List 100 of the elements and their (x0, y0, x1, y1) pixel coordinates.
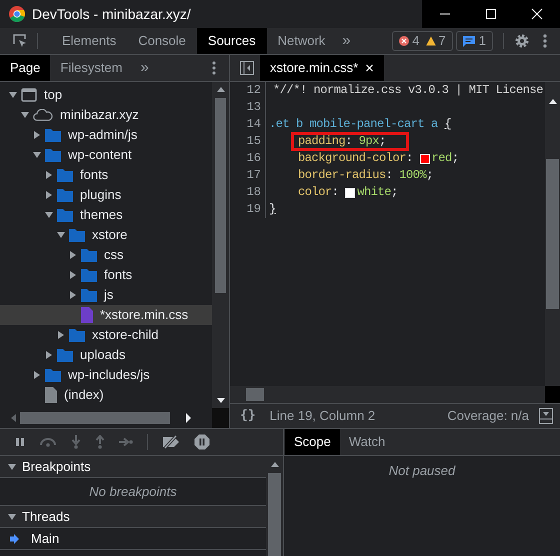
color-swatch[interactable] (420, 154, 430, 164)
message-icon (462, 36, 475, 46)
collapse-arrow-icon[interactable] (21, 112, 29, 118)
collapse-arrow-icon (8, 464, 16, 470)
sidebar-tab[interactable]: Watch (340, 429, 394, 455)
messages-counter[interactable]: 1 (456, 31, 493, 51)
tree-item[interactable]: wp-includes/js (0, 365, 212, 385)
step-into-icon[interactable] (71, 435, 81, 449)
issues-counter[interactable]: 4 7 (392, 31, 453, 51)
scrollbar-corner (545, 386, 560, 403)
toggle-drawer-icon[interactable] (539, 408, 553, 424)
maximize-icon[interactable] (485, 8, 497, 20)
tree-item[interactable]: (index) (0, 385, 212, 405)
panel-tab[interactable]: Sources (196, 28, 267, 54)
step-over-icon[interactable] (39, 437, 57, 447)
file-icon (81, 307, 93, 323)
tree-label: js (104, 286, 114, 304)
navigator-tab[interactable]: Page (0, 55, 50, 81)
tree-label: xstore (92, 226, 128, 244)
panel-tab[interactable]: Console (127, 28, 197, 54)
tree-item[interactable]: fonts (0, 165, 212, 185)
folder-icon (45, 128, 61, 142)
section-header[interactable]: Threads (0, 506, 266, 528)
line-number: 14 (230, 116, 266, 133)
error-icon (399, 36, 410, 46)
tree-item[interactable]: xstore (0, 225, 212, 245)
scroll-up-arrow-icon[interactable] (270, 462, 278, 467)
coverage-status: Coverage: n/a (447, 407, 529, 426)
navigator-tab[interactable]: Filesystem (50, 55, 132, 81)
tree-item[interactable]: minibazar.xyz (0, 105, 212, 125)
tree-label: fonts (80, 166, 108, 184)
scrollbar-thumb[interactable] (246, 388, 264, 401)
more-options-icon[interactable] (212, 61, 216, 75)
tree-item[interactable]: uploads (0, 345, 212, 365)
deactivate-breakpoints-icon[interactable] (162, 435, 180, 449)
toggle-sidebar-icon[interactable] (240, 61, 254, 75)
tree-item[interactable]: top (0, 85, 212, 105)
tree-label: top (44, 86, 62, 104)
error-count: 4 (412, 32, 420, 50)
color-swatch[interactable] (345, 188, 356, 198)
pause-on-exceptions-icon[interactable] (194, 434, 210, 450)
folder-icon (57, 188, 73, 202)
scroll-down-arrow-icon[interactable] (216, 398, 224, 403)
tree-item[interactable]: themes (0, 205, 212, 225)
tree-item[interactable]: wp-content (0, 145, 212, 165)
tree-item[interactable]: xstore-child (0, 325, 212, 345)
line-number: 19 (230, 201, 266, 218)
folder-icon (81, 248, 97, 262)
tree-item[interactable]: plugins (0, 185, 212, 205)
close-icon[interactable] (531, 8, 543, 20)
step-icon[interactable] (119, 437, 133, 447)
file-tab[interactable]: xstore.min.css* × (260, 55, 384, 81)
line-number: 16 (230, 150, 266, 167)
tree-label: uploads (80, 346, 126, 364)
tree-label: minibazar.xyz (60, 106, 139, 124)
close-tab-button[interactable]: × (365, 60, 374, 76)
step-out-icon[interactable] (95, 435, 105, 449)
tree-item[interactable]: fonts (0, 265, 212, 285)
line-number: 12 (230, 82, 266, 99)
thread-label: Main (31, 530, 60, 548)
window-title: DevTools - minibazar.xyz/ (32, 4, 191, 24)
scroll-up-arrow-icon[interactable] (216, 87, 224, 92)
settings-icon[interactable] (514, 33, 530, 49)
tree-item[interactable]: wp-admin/js (0, 125, 212, 145)
tree-label: plugins (80, 186, 122, 204)
section-title: Breakpoints (22, 458, 91, 476)
scrollbar-thumb[interactable] (546, 159, 559, 309)
tree-label: wp-content (68, 146, 132, 164)
pause-icon[interactable] (15, 437, 25, 447)
more-tabs-button[interactable]: » (132, 56, 157, 80)
thread-item[interactable]: Main (0, 528, 266, 550)
folder-icon (69, 228, 85, 242)
scroll-right-arrow-icon[interactable] (186, 413, 191, 423)
line-number: 18 (230, 184, 266, 201)
folder-icon (45, 368, 61, 382)
collapse-arrow-icon (8, 514, 16, 520)
pretty-print-button[interactable]: {} (240, 406, 256, 426)
code-line: color: white; (297, 184, 398, 201)
scrollbar-corner (212, 408, 229, 428)
section-header[interactable]: Breakpoints (0, 456, 266, 478)
sidebar-tab[interactable]: Scope (285, 429, 340, 455)
scrollbar-thumb[interactable] (268, 473, 281, 556)
panel-tab[interactable]: Network (266, 28, 336, 54)
tree-label: themes (80, 206, 123, 224)
tree-label: *xstore.min.css (100, 306, 188, 324)
scrollbar-thumb[interactable] (215, 98, 226, 293)
tree-label: css (104, 246, 124, 264)
folder-icon (45, 148, 61, 162)
tree-item[interactable]: js (0, 285, 212, 305)
panel-tab[interactable]: Elements (51, 28, 128, 54)
tree-item[interactable]: *xstore.min.css (0, 305, 212, 325)
status-message: Not paused (388, 462, 456, 480)
folder-icon (57, 168, 73, 182)
folder-icon (69, 328, 85, 342)
browser-logo-icon (9, 6, 25, 22)
more-tabs-button[interactable]: » (336, 30, 357, 52)
inspect-element-icon[interactable] (12, 33, 28, 49)
scrollbar-thumb[interactable] (20, 412, 170, 424)
more-options-icon[interactable] (543, 34, 547, 48)
tree-item[interactable]: css (0, 245, 212, 265)
